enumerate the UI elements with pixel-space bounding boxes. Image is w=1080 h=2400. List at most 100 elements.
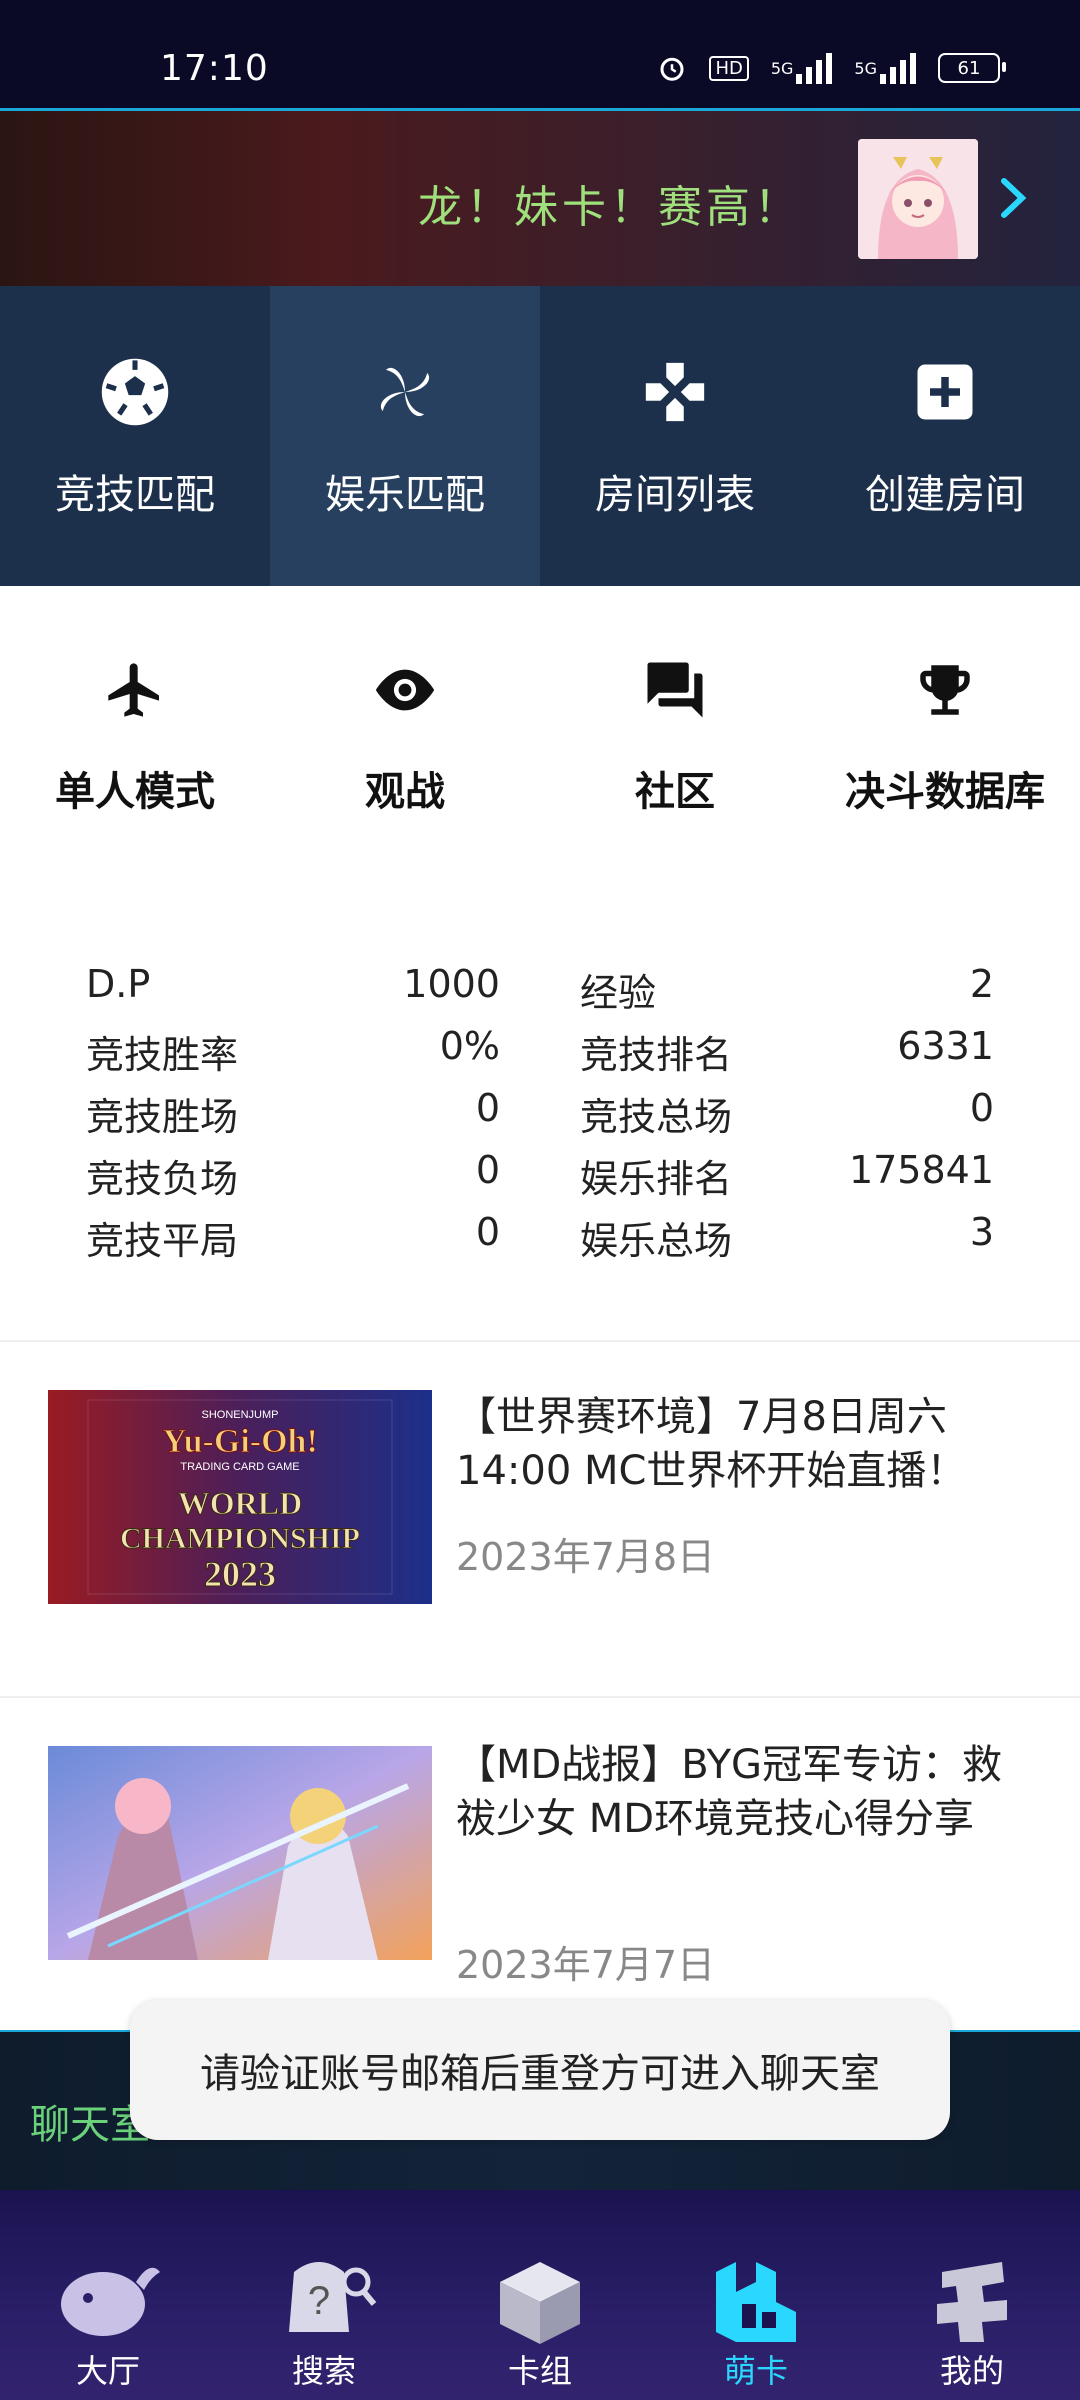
community-button[interactable]: 社区 [540,586,810,886]
match-mode-grid: 竞技匹配 娱乐匹配 房间列表 创建房间 [0,286,1080,586]
stat-value: 0% [439,1024,500,1068]
nav-label: 大厅 [75,2352,140,2390]
mode-label: 创建房间 [865,472,1025,518]
stat-value: 6331 [897,1024,994,1068]
nav-profile[interactable]: 我的 [864,2190,1080,2400]
feature-label: 决斗数据库 [845,769,1045,815]
stat-row: 竞技排名 6331 [580,1024,994,1086]
stat-label: 娱乐总场 [580,1219,733,1263]
feature-grid: 单人模式 观战 社区 决斗数据库 [0,586,1080,888]
nav-label: 搜索 [291,2352,356,2390]
search-hat-icon: ? [264,2242,384,2352]
stat-row: 竞技胜场 0 [86,1086,500,1148]
create-room-button[interactable]: 创建房间 [810,286,1080,586]
room-list-button[interactable]: 房间列表 [540,286,810,586]
mode-label: 娱乐匹配 [325,472,485,518]
stat-value: 175841 [848,1148,994,1192]
stat-row: 娱乐排名 175841 [580,1148,994,1210]
deck-box-icon [480,2242,600,2352]
feature-label: 观战 [365,769,445,815]
news-date: 2023年7月7日 [456,1943,716,1987]
signal-icon: 5G [771,52,833,84]
feature-label: 单人模式 [55,769,215,815]
nav-lobby[interactable]: 大厅 [0,2190,216,2400]
airplane-icon [100,655,170,725]
thumb-text: WORLD [178,1485,302,1521]
stat-label: 竞技总场 [580,1095,733,1139]
pinwheel-icon [365,352,445,432]
competitive-match-button[interactable]: 竞技匹配 [0,286,270,586]
stat-row: 娱乐总场 3 [580,1210,994,1272]
news-thumbnail[interactable]: SHONENJUMP Yu-Gi-Oh! TRADING CARD GAME W… [48,1390,432,1604]
stat-value: 0 [475,1148,500,1192]
add-box-icon [905,352,985,432]
bottom-navigation: 大厅 ? 搜索 卡组 萌卡 我的 [0,2190,1080,2400]
stat-label: 竞技平局 [86,1219,239,1263]
news-date: 2023年7月8日 [456,1535,716,1579]
nav-deck[interactable]: 卡组 [432,2190,648,2400]
news-title[interactable]: 【世界赛环境】7月8日周六14:00 MC世界杯开始直播！ [456,1390,1010,1498]
stat-value: 1000 [403,962,500,1006]
single-player-button[interactable]: 单人模式 [0,586,270,886]
gamepad-icon [635,352,715,432]
avatar[interactable] [858,139,978,259]
soccer-ball-icon [95,352,175,432]
stat-label: 竞技胜率 [86,1033,239,1077]
news-thumbnail[interactable] [48,1746,432,1960]
clock: 17:10 [160,48,269,89]
profile-icon [912,2242,1032,2352]
stat-row: 竞技平局 0 [86,1210,500,1272]
stat-value: 0 [475,1086,500,1130]
stat-row: 竞技总场 0 [580,1086,994,1148]
banner-title: 龙！妹卡！赛高！ [418,182,802,233]
battery-level: 61 [957,57,981,79]
news-item[interactable]: SHONENJUMP Yu-Gi-Oh! TRADING CARD GAME W… [0,1342,1080,1698]
nav-label: 萌卡 [723,2352,788,2390]
nav-label: 我的 [939,2352,1004,2390]
stat-row: 竞技负场 0 [86,1148,500,1210]
forum-icon [640,655,710,725]
news-item[interactable]: 【MD战报】BYG冠军专访：救祓少女 MD环境竞技心得分享 2023年7月7日 [0,1698,1080,2030]
thumb-text: Yu-Gi-Oh! [162,1423,318,1460]
stat-value: 0 [475,1210,500,1254]
status-bar: 17:10 HD 5G 5G 61 [0,0,1080,108]
stat-label: 娱乐排名 [580,1157,733,1201]
nav-label: 卡组 [507,2352,572,2390]
trophy-icon [910,655,980,725]
stat-label: 竞技胜场 [86,1095,239,1139]
nav-mycard[interactable]: 萌卡 [648,2190,864,2400]
nav-search[interactable]: ? 搜索 [216,2190,432,2400]
stat-value: 2 [969,962,994,1006]
stat-row: 竞技胜率 0% [86,1024,500,1086]
thumb-text: SHONENJUMP [201,1409,278,1421]
whale-icon [48,2242,168,2352]
stat-label: D.P [86,962,151,1006]
player-stats: D.P 1000 竞技胜率 0% 竞技胜场 0 竞技负场 0 竞技平局 0 经验… [0,886,1080,1342]
thumb-text: 2023 [204,1554,276,1594]
thumb-text: TRADING CARD GAME [180,1461,299,1473]
network-label: 5G [770,58,794,78]
spectate-button[interactable]: 观战 [270,586,540,886]
battery-icon: 61 [938,53,1006,83]
toast-message: 请验证账号邮箱后重登方可进入聊天室 [130,2000,950,2140]
stat-row: 经验 2 [580,962,994,1024]
stat-label: 竞技负场 [86,1157,239,1201]
stat-label: 竞技排名 [580,1033,733,1077]
mode-label: 竞技匹配 [55,472,215,518]
alarm-icon [657,53,687,83]
thumb-text: CHAMPIONSHIP [120,1522,360,1555]
network-label: 5G [854,58,877,78]
stat-row: D.P 1000 [86,962,500,1024]
chevron-right-icon[interactable] [996,173,1032,223]
feature-label: 社区 [635,769,715,815]
casual-match-button[interactable]: 娱乐匹配 [270,286,540,586]
news-title[interactable]: 【MD战报】BYG冠军专访：救祓少女 MD环境竞技心得分享 [456,1738,1010,1846]
duel-database-button[interactable]: 决斗数据库 [810,586,1080,886]
hd-icon: HD [709,55,749,81]
status-icons: HD 5G 5G 61 [657,52,1006,84]
stat-value: 0 [969,1086,994,1130]
stat-label: 经验 [580,971,657,1015]
eye-icon [370,655,440,725]
signal-icon: 5G [854,52,916,84]
profile-banner[interactable]: 龙！妹卡！赛高！ [0,108,1080,292]
